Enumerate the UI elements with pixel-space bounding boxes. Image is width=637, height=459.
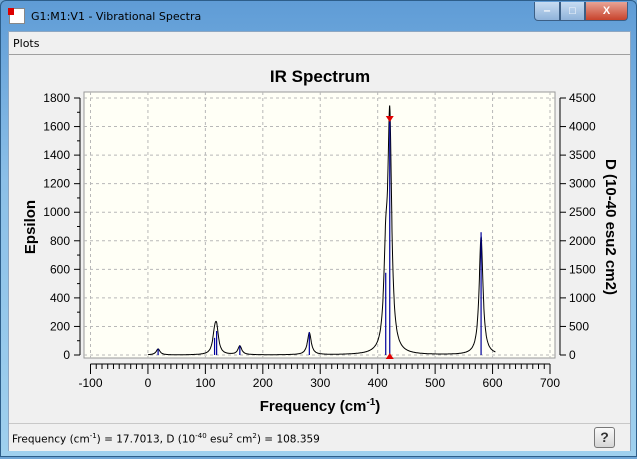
window: G1:M1:V1 - Vibrational Spectra ‒ □ X Plo… (0, 0, 637, 457)
y-tick-label: 800 (50, 234, 70, 248)
y-tick-label: 1600 (43, 120, 70, 134)
y2-axis-label: D (10-40 esu2 cm2) (602, 159, 619, 295)
y-tick-label: 1400 (43, 148, 70, 162)
y2-tick-label: 4500 (569, 91, 596, 105)
y-tick-label: 600 (50, 262, 70, 276)
y-axis-label: Epsilon (22, 200, 39, 254)
client-area: Plots IR Spectrum 0 200 400 600 800 1000 1200 14… (8, 31, 631, 451)
y2-tick-label: 0 (569, 348, 576, 362)
help-button[interactable]: ? (594, 427, 615, 448)
x-tick-label: 0 (145, 376, 152, 390)
y2-tick-label: 2500 (569, 205, 596, 219)
status-text: Frequency (cm-1) = 17.7013, D (10-40 esu… (12, 432, 320, 446)
y-tick-label: 1800 (43, 91, 70, 105)
x-tick-label: -100 (78, 376, 102, 390)
y2-tick-label: 500 (569, 319, 589, 333)
x-tick-label: 100 (195, 376, 215, 390)
chart-title: IR Spectrum (270, 67, 370, 86)
y-tick-label: 200 (50, 319, 70, 333)
x-tick-label: 600 (483, 376, 503, 390)
x-tick-label: 300 (310, 376, 330, 390)
y2-tick-label: 4000 (569, 120, 596, 134)
x-tick-label: 500 (425, 376, 445, 390)
y-tick-label: 1200 (43, 177, 70, 191)
y2-tick-label: 3500 (569, 148, 596, 162)
y2-tick-label: 1500 (569, 262, 596, 276)
x-axis-label: Frequency (cm-1) (260, 397, 381, 415)
y-tick-label: 400 (50, 291, 70, 305)
y2-tick-label: 1000 (569, 291, 596, 305)
x-tick-label: 400 (368, 376, 388, 390)
x-tick-label: 200 (253, 376, 273, 390)
y2-tick-label: 3000 (569, 177, 596, 191)
y-tick-label: 1000 (43, 205, 70, 219)
x-tick-label: 700 (540, 376, 560, 390)
y2-tick-label: 2000 (569, 234, 596, 248)
status-bar: Frequency (cm-1) = 17.7013, D (10-40 esu… (9, 423, 630, 451)
y-tick-label: 0 (63, 348, 70, 362)
ir-spectrum-chart[interactable]: IR Spectrum02004006008001000120014001600… (2, 2, 637, 459)
